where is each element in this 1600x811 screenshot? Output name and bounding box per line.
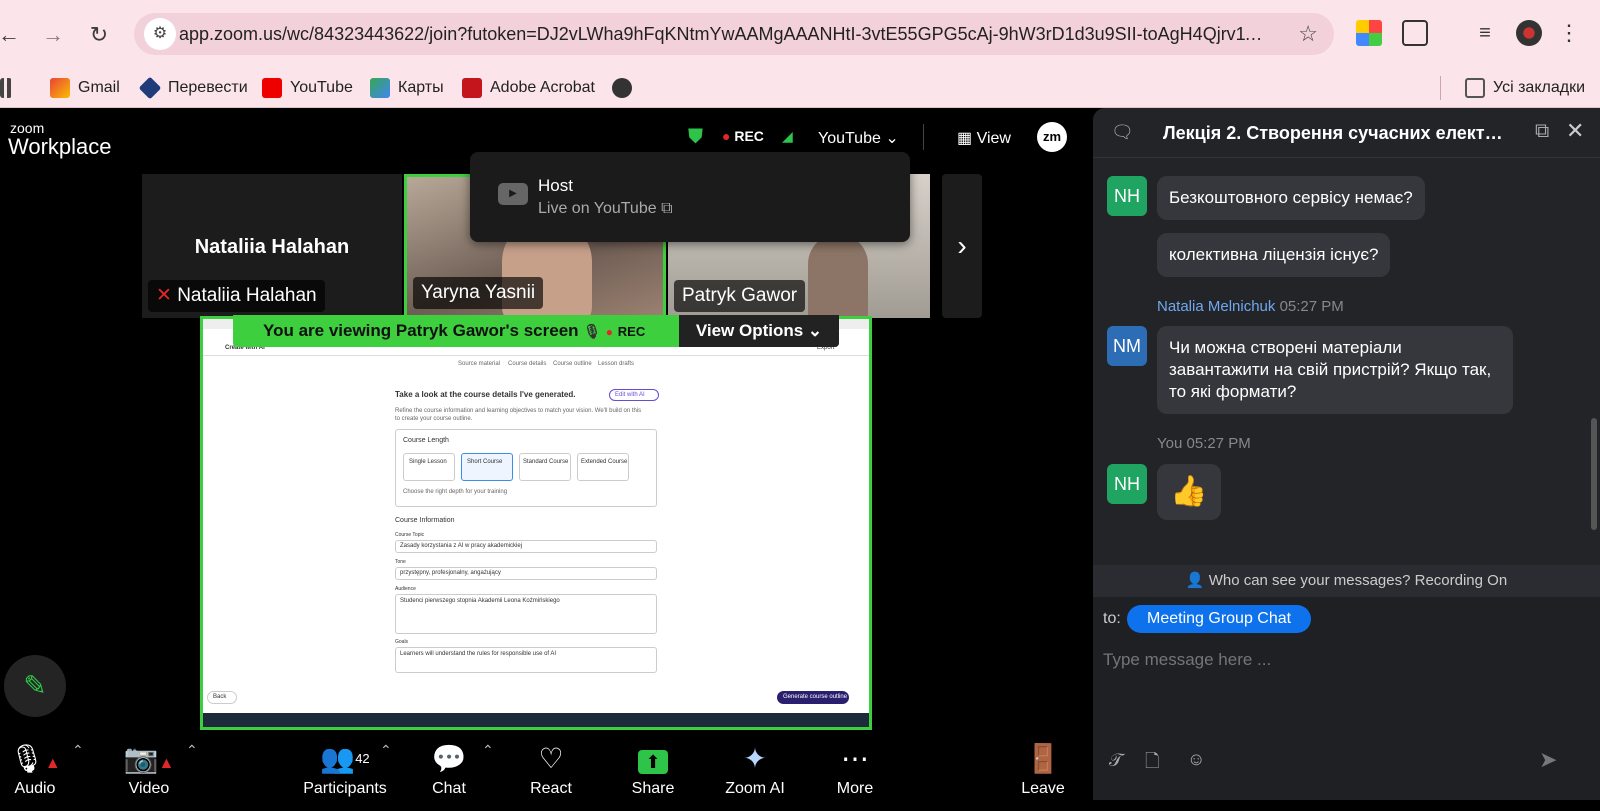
viewing-text: You are viewing Patryk Gawor's screen 🎙 … — [263, 321, 646, 340]
extension-icon[interactable] — [1356, 20, 1382, 46]
connection-icon: ◢ — [782, 128, 793, 144]
extensions-puzzle-icon[interactable] — [1402, 20, 1428, 46]
close-icon[interactable]: ✕ — [1566, 118, 1584, 144]
chat-icon: 💬 — [431, 743, 467, 774]
view-button[interactable]: ▦ View — [957, 128, 1011, 148]
workplace-logo: Workplace — [8, 134, 112, 159]
to-label: to: — [1103, 610, 1121, 627]
user-avatar[interactable]: zm — [1037, 122, 1067, 152]
chat-input-area: 👤 Who can see your messages? Recording O… — [1093, 565, 1600, 800]
annotate-pencil-icon[interactable]: ✎ — [4, 655, 66, 717]
audio-options-caret[interactable]: ⌃ — [72, 742, 84, 759]
forward-icon[interactable]: → — [36, 18, 70, 52]
message-input[interactable] — [1103, 643, 1583, 677]
browser-toolbar: ← → ↻ ⚙ app.zoom.us/wc/84323443622/join?… — [0, 0, 1600, 68]
bookmark-maps[interactable]: Карты — [370, 76, 444, 100]
bookmarks-bar: Gmail Перевести YouTube Карты Adobe Acro… — [0, 68, 1600, 108]
viewing-banner: You are viewing Patryk Gawor's screen 🎙 … — [233, 315, 839, 347]
chat-scrollbar[interactable] — [1591, 418, 1597, 530]
muted-mic-icon: 🎙▲ — [9, 743, 61, 774]
format-text-icon[interactable]: 𝒯 — [1109, 750, 1123, 771]
participants-button[interactable]: 👥42 Participants — [300, 740, 390, 798]
video-options-caret[interactable]: ⌃ — [186, 742, 198, 759]
view-options-button[interactable]: View Options ⌄ — [679, 315, 839, 347]
site-settings-icon[interactable]: ⚙ — [144, 18, 176, 50]
file-icon[interactable]: 🗋 — [1145, 749, 1159, 779]
live-stream-popup: ▶ Host Live on YouTube ⧉ — [470, 152, 910, 242]
video-off-icon: 📷▲ — [123, 743, 175, 774]
zoom-ai-button[interactable]: ✦ Zoom AI — [710, 740, 800, 798]
profile-avatar[interactable] — [1516, 20, 1542, 46]
chat-panel: 🗨 Лекція 2. Створення сучасних електр...… — [1093, 108, 1600, 800]
message-meta: You 05:27 PM — [1157, 435, 1251, 452]
emoji-icon[interactable]: ☺ — [1187, 749, 1205, 770]
participant-display-name: Nataliia Halahan — [194, 236, 350, 258]
visibility-notice[interactable]: 👤 Who can see your messages? Recording O… — [1093, 565, 1600, 597]
avatar: NH — [1107, 464, 1147, 504]
popout-icon[interactable]: ⧉ — [1535, 120, 1549, 143]
message-meta: Natalia Melnichuk 05:27 PM — [1157, 298, 1344, 315]
chat-header: 🗨 Лекція 2. Створення сучасних електр...… — [1093, 108, 1600, 158]
shared-screen[interactable]: Create with AI Export Source material Co… — [200, 316, 872, 730]
chat-options-caret[interactable]: ⌃ — [482, 742, 494, 759]
avatar: NH — [1107, 176, 1147, 216]
chat-title: Лекція 2. Створення сучасних електр... — [1163, 123, 1508, 143]
chat-bubbles-icon[interactable]: 🗨 — [1111, 122, 1134, 143]
popup-title: Host — [538, 176, 573, 195]
security-shield-icon[interactable]: ⛊ — [688, 126, 703, 149]
participant-name: ✕ Nataliia Halahan — [148, 280, 325, 312]
menu-icon[interactable]: ⋮ — [1556, 20, 1582, 46]
bookmark-translate[interactable]: Перевести — [138, 76, 248, 100]
globe-icon[interactable] — [612, 76, 640, 100]
chat-button[interactable]: 💬 Chat — [404, 740, 494, 798]
media-control-icon[interactable]: ≡ — [1472, 20, 1498, 46]
meeting-toolbar: 🎙▲ Audio ⌃ 📷▲ Video ⌃ 👥42 Participants ⌃ 💬 C… — [0, 730, 1093, 811]
reload-icon[interactable]: ↻ — [82, 18, 116, 52]
next-page-button[interactable]: › — [942, 174, 982, 318]
participant-name: Patryk Gawor — [674, 280, 806, 312]
rec-indicator[interactable]: ● REC — [722, 128, 764, 144]
send-icon[interactable]: ➤ — [1539, 747, 1557, 773]
participants-icon: 👥42 — [320, 743, 370, 774]
youtube-stream-dropdown[interactable]: YouTube ⌄ — [818, 128, 899, 148]
bookmark-youtube[interactable]: YouTube — [262, 76, 353, 100]
react-button[interactable]: ♡ React — [506, 740, 596, 798]
participant-name: Yaryna Yasnii — [413, 277, 544, 309]
muted-mic-icon: ✕ — [156, 285, 172, 306]
address-bar[interactable]: ⚙ app.zoom.us/wc/84323443622/join?futoke… — [134, 13, 1334, 55]
audio-button[interactable]: 🎙▲ Audio — [0, 740, 80, 798]
bookmark-gmail[interactable]: Gmail — [50, 76, 120, 100]
divider — [923, 124, 924, 150]
recipient-selector[interactable]: Meeting Group Chat — [1127, 605, 1312, 633]
sparkle-icon: ✦ — [743, 743, 767, 774]
more-button[interactable]: ⋯ More — [810, 740, 900, 798]
chat-message[interactable]: колективна ліцензія існує? — [1157, 233, 1391, 277]
all-bookmarks[interactable]: Усі закладки — [1440, 76, 1585, 100]
participants-options-caret[interactable]: ⌃ — [380, 742, 392, 759]
url-text[interactable]: app.zoom.us/wc/84323443622/join?futoken=… — [179, 24, 1269, 45]
participant-video — [808, 234, 868, 318]
participant-tile[interactable]: Nataliia Halahan ✕ Nataliia Halahan — [142, 174, 402, 318]
back-icon[interactable]: ← — [0, 18, 26, 52]
leave-icon: 🚪 — [1025, 743, 1061, 774]
chat-message[interactable]: 👍 — [1157, 464, 1221, 520]
bookmark-star-icon[interactable]: ☆ — [1298, 21, 1318, 47]
chat-message[interactable]: Безкоштовного сервісу немає? — [1157, 176, 1425, 220]
more-icon: ⋯ — [841, 743, 869, 774]
apps-icon[interactable] — [0, 76, 20, 100]
live-on-youtube-link[interactable]: Live on YouTube ⧉ — [538, 200, 673, 218]
youtube-icon: ▶ — [498, 183, 528, 205]
share-icon: ⬆ — [608, 740, 698, 778]
leave-button[interactable]: 🚪 Leave — [998, 740, 1088, 798]
heart-icon: ♡ — [538, 743, 564, 774]
bookmark-adobe-acrobat[interactable]: Adobe Acrobat — [462, 76, 595, 100]
video-button[interactable]: 📷▲ Video — [104, 740, 194, 798]
share-button[interactable]: ⬆ Share — [608, 740, 698, 798]
chat-message[interactable]: Чи можна створені матеріали завантажити … — [1157, 326, 1513, 414]
avatar: NM — [1107, 326, 1147, 366]
